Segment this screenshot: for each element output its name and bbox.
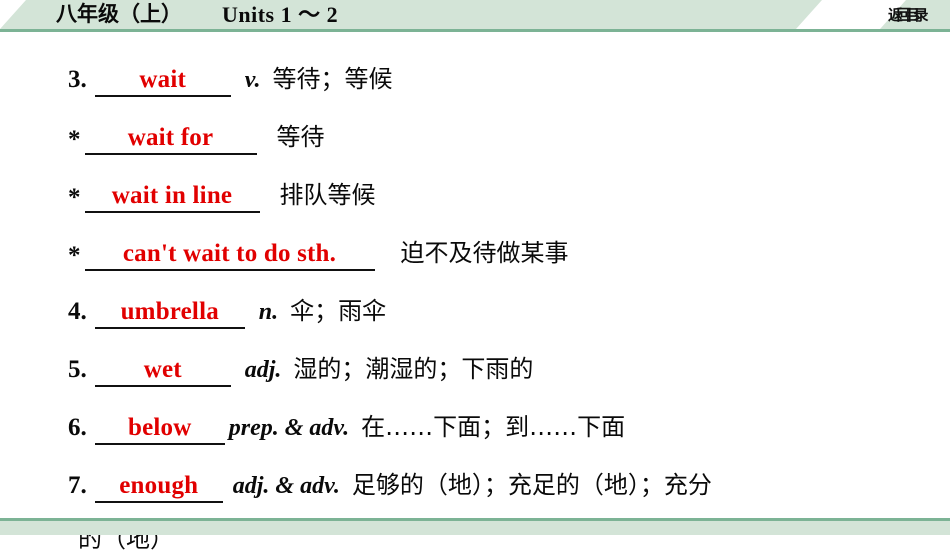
definition-text: 等待；等候 xyxy=(272,65,393,93)
entry-marker: 5. xyxy=(68,356,87,383)
answer-blank[interactable]: wait xyxy=(94,66,231,97)
answer-text: can't wait to do sth. xyxy=(122,240,337,267)
entry-marker: 4. xyxy=(68,298,87,325)
list-item: * wait for 等待 xyxy=(0,117,950,155)
vocabulary-list: 3. wait v. 等待；等候 * wait for 等待 * wait in… xyxy=(0,32,950,553)
answer-blank[interactable]: umbrella xyxy=(94,298,245,329)
list-item: 5. wet adj. 湿的；潮湿的；下雨的 xyxy=(0,349,950,387)
list-item: * wait in line 排队等候 xyxy=(0,175,950,213)
list-item: 6. below prep. & adv. 在……下面；到……下面 xyxy=(0,407,950,445)
answer-blank[interactable]: enough xyxy=(94,472,223,503)
definition-text: 足够的（地）；充足的（地）；充分 xyxy=(351,471,712,499)
part-of-speech: prep. & adv. xyxy=(228,415,350,441)
definition-text: 迫不及待做某事 xyxy=(400,239,569,267)
answer-text: enough xyxy=(119,472,199,499)
grade-label: 八年级（上） xyxy=(56,2,182,26)
list-item: 3. wait v. 等待；等候 xyxy=(0,59,950,97)
definition-text: 排队等候 xyxy=(279,181,376,209)
answer-text: wait in line xyxy=(111,182,233,209)
part-of-speech: adj. xyxy=(244,357,282,383)
back-to-contents-button[interactable]: 返回目录 xyxy=(888,1,929,29)
entry-marker: 3. xyxy=(68,66,87,93)
units-label: Units 1 ～ 2 xyxy=(222,2,339,27)
definition-text: 湿的；潮湿的；下雨的 xyxy=(293,355,534,383)
entry-marker: * xyxy=(68,184,81,211)
footer-band xyxy=(0,521,950,535)
answer-text: umbrella xyxy=(120,298,219,325)
part-of-speech: v. xyxy=(244,67,261,93)
answer-blank[interactable]: wet xyxy=(94,356,231,387)
header-title-group: 八年级（上） Units 1 ～ 2 xyxy=(56,0,338,29)
answer-text: wait xyxy=(139,66,187,93)
answer-blank[interactable]: wait for xyxy=(84,124,257,155)
entry-marker: * xyxy=(68,242,81,269)
part-of-speech: adj. & adv. xyxy=(232,473,340,499)
answer-blank[interactable]: can't wait to do sth. xyxy=(84,240,375,271)
definition-text: 伞；雨伞 xyxy=(290,297,387,325)
answer-text: wet xyxy=(143,356,182,383)
part-of-speech: n. xyxy=(258,299,279,325)
answer-blank[interactable]: below xyxy=(94,414,225,445)
page-header: 八年级（上） Units 1 ～ 2 返回目录 xyxy=(0,0,950,32)
definition-text: 等待 xyxy=(276,123,325,151)
answer-text: wait for xyxy=(127,124,214,151)
list-item: 7. enough adj. & adv. 足够的（地）；充足的（地）；充分 xyxy=(0,465,950,503)
answer-text: below xyxy=(128,414,192,441)
entry-marker: 7. xyxy=(68,472,87,499)
answer-blank[interactable]: wait in line xyxy=(84,182,260,213)
list-item: * can't wait to do sth. 迫不及待做某事 xyxy=(0,233,950,271)
definition-text: 在……下面；到……下面 xyxy=(361,413,626,441)
entry-marker: 6. xyxy=(68,414,87,441)
list-item: 4. umbrella n. 伞；雨伞 xyxy=(0,291,950,329)
entry-marker: * xyxy=(68,126,81,153)
